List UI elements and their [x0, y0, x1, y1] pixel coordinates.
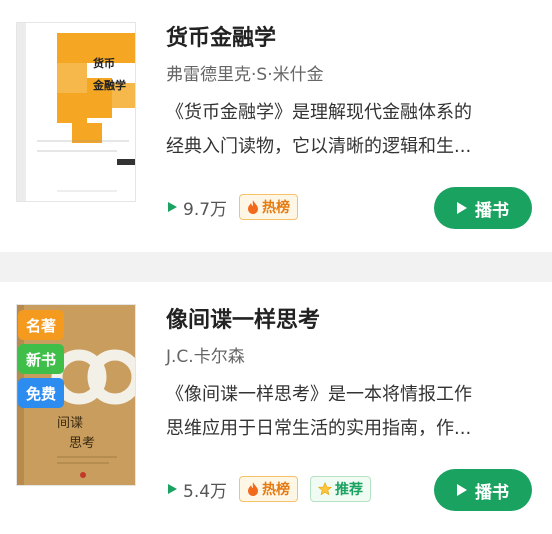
play-book-button[interactable]: 播书: [434, 469, 532, 511]
book-cover[interactable]: 货币 金融学: [16, 22, 136, 202]
book-description: 《像间谍一样思考》是一本将情报工作 思维应用于日常生活的实用指南，作...: [166, 378, 528, 446]
desc-line: 经典入门读物，它以清晰的逻辑和生...: [166, 136, 472, 157]
star-icon: [318, 482, 333, 496]
book-card[interactable]: 间谍 思考 名著 新书 免费 像间谍一样思考 J.C.卡尔森 《像间谍一样思考》…: [0, 282, 552, 534]
book-card[interactable]: 货币 金融学 货币金融学 弗雷德里克·S·米什金 《货币金融学》是理解现代金融体…: [0, 0, 552, 252]
badge-stack: 名著 新书 免费: [18, 310, 64, 408]
fire-icon: [248, 482, 259, 496]
badge-free: 免费: [18, 378, 64, 408]
book-title[interactable]: 货币金融学: [166, 20, 276, 52]
desc-line: 思维应用于日常生活的实用指南，作...: [166, 418, 472, 439]
book-author: 弗雷德里克·S·米什金: [166, 65, 324, 85]
play-count: 5.4万: [168, 477, 227, 502]
play-book-button[interactable]: 播书: [434, 187, 532, 229]
cover-title: 间谍: [57, 416, 83, 431]
badge-new: 新书: [18, 344, 64, 374]
desc-line: 《像间谍一样思考》是一本将情报工作: [166, 384, 472, 405]
hot-tag: 热榜: [239, 476, 299, 502]
desc-line: 《货币金融学》是理解现代金融体系的: [166, 102, 472, 123]
button-label: 播书: [475, 200, 509, 221]
tag-label: 推荐: [335, 482, 364, 498]
tag-label: 热榜: [262, 200, 291, 216]
cover-art: 货币 金融学: [17, 23, 135, 201]
book-meta: 5.4万 热榜 推荐: [168, 474, 372, 504]
play-triangle-icon: [168, 484, 177, 494]
badge-famous: 名著: [18, 310, 64, 340]
play-triangle-icon: [457, 484, 467, 496]
play-count-value: 9.7万: [183, 199, 228, 220]
book-author: J.C.卡尔森: [166, 347, 245, 367]
play-triangle-icon: [457, 202, 467, 214]
book-meta: 9.7万 热榜: [168, 192, 299, 222]
cover-title-2: 思考: [69, 436, 95, 451]
book-title[interactable]: 像间谍一样思考: [166, 302, 320, 334]
button-label: 播书: [475, 482, 509, 503]
fire-icon: [248, 200, 259, 214]
play-triangle-icon: [168, 202, 177, 212]
cover-title-line1: 货币: [92, 56, 115, 70]
book-description: 《货币金融学》是理解现代金融体系的 经典入门读物，它以清晰的逻辑和生...: [166, 96, 528, 164]
cover-title-line2: 金融学: [92, 78, 126, 92]
play-count-value: 5.4万: [183, 481, 228, 502]
recommend-tag: 推荐: [310, 476, 372, 502]
hot-tag: 热榜: [239, 194, 299, 220]
play-count: 9.7万: [168, 195, 227, 220]
tag-label: 热榜: [262, 482, 291, 498]
